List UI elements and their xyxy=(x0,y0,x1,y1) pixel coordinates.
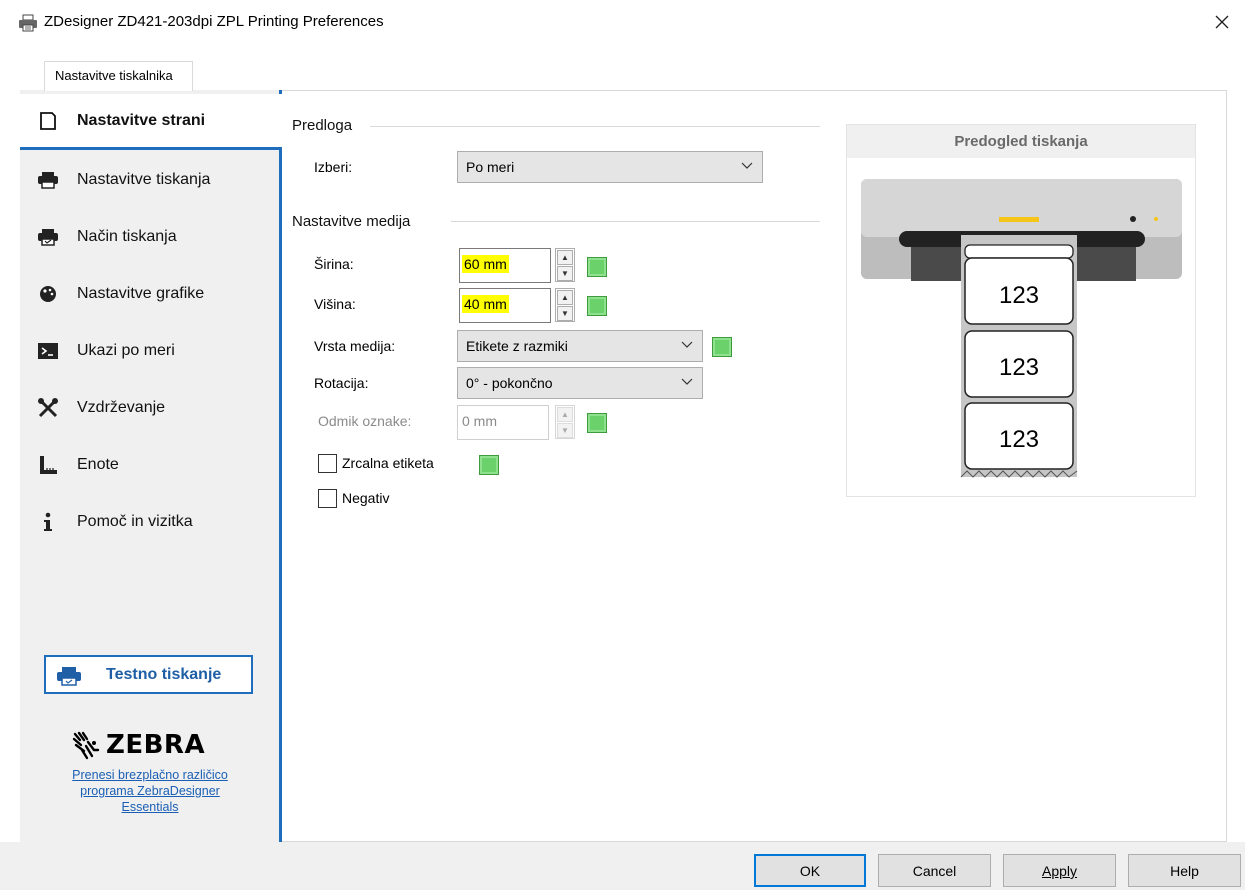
template-select-label: Izberi: xyxy=(314,159,353,175)
info-icon xyxy=(37,511,59,533)
stepper-down-button[interactable]: ▼ xyxy=(557,306,573,321)
close-icon xyxy=(1215,15,1229,29)
template-select-value: Po meri xyxy=(466,159,515,175)
label-offset-stepper[interactable]: ▲ ▼ xyxy=(555,405,575,439)
media-type-select[interactable]: Etikete z razmiki xyxy=(457,330,703,362)
chevron-down-icon xyxy=(681,341,693,348)
width-stepper[interactable]: ▲ ▼ xyxy=(555,248,575,282)
stepper-up-button[interactable]: ▲ xyxy=(557,250,573,265)
template-group-title: Predloga xyxy=(292,117,353,134)
negative-checkbox[interactable] xyxy=(318,489,337,508)
rotation-label: Rotacija: xyxy=(314,375,369,391)
template-divider xyxy=(370,126,820,127)
media-divider xyxy=(451,221,820,222)
media-type-value: Etikete z razmiki xyxy=(466,338,568,354)
sidebar-item-label: Vzdrževanje xyxy=(77,399,166,416)
stepper-up-button[interactable]: ▲ xyxy=(557,290,573,305)
label-printer-illustration: 123 123 123 xyxy=(861,179,1182,478)
sidebar-item-units[interactable]: Enote xyxy=(20,437,279,493)
close-button[interactable] xyxy=(1199,0,1245,44)
stepper-down-button[interactable]: ▼ xyxy=(557,423,573,438)
zebra-head-icon xyxy=(72,731,100,760)
test-print-button[interactable]: Testno tiskanje xyxy=(44,655,253,694)
label-offset-label: Odmik oznake: xyxy=(318,413,412,429)
print-mode-icon xyxy=(37,226,59,248)
zebra-brand: ZEBRA xyxy=(106,730,206,760)
sidebar-item-maintenance[interactable]: Vzdrževanje xyxy=(20,380,279,436)
sidebar-item-help-about[interactable]: Pomoč in vizitka xyxy=(20,494,279,550)
media-type-label: Vrsta medija: xyxy=(314,338,396,354)
zebra-logo: ZEBRA xyxy=(72,730,205,760)
print-preview-panel: Predogled tiskanja 123 123 123 xyxy=(846,124,1196,497)
printer-icon xyxy=(56,665,82,690)
cancel-button[interactable]: Cancel xyxy=(878,854,991,887)
sidebar-item-label: Pomoč in vizitka xyxy=(77,513,193,530)
window-title: ZDesigner ZD421-203dpi ZPL Printing Pref… xyxy=(44,13,384,30)
mirror-label-text: Zrcalna etiketa xyxy=(342,455,434,471)
printer-icon xyxy=(19,14,37,32)
height-value: 40 mm xyxy=(462,295,509,313)
chevron-down-icon xyxy=(681,378,693,385)
media-group-title: Nastavitve medija xyxy=(292,213,411,230)
width-label: Širina: xyxy=(314,256,354,272)
height-label: Višina: xyxy=(314,296,356,312)
mirror-printer-setting-indicator xyxy=(479,455,499,475)
width-value: 60 mm xyxy=(462,255,509,273)
test-print-label: Testno tiskanje xyxy=(106,666,222,683)
download-link-line: programa ZebraDesigner xyxy=(80,784,220,798)
template-select[interactable]: Po meri xyxy=(457,151,763,183)
printer-icon xyxy=(37,169,59,191)
width-input[interactable]: 60 mm xyxy=(459,248,551,283)
sidebar-item-print-settings[interactable]: Nastavitve tiskanja xyxy=(20,152,279,208)
sidebar-item-label: Enote xyxy=(77,456,119,473)
sidebar: Nastavitve strani Nastavitve tiskanja Na… xyxy=(20,90,282,842)
label-offset-printer-setting-indicator xyxy=(587,413,607,433)
sidebar-item-label: Nastavitve strani xyxy=(77,111,206,129)
sidebar-item-page-settings[interactable]: Nastavitve strani xyxy=(20,94,282,150)
label-number-1: 123 xyxy=(999,282,1039,309)
stepper-up-button[interactable]: ▲ xyxy=(557,407,573,422)
rotation-value: 0° - pokončno xyxy=(466,375,553,391)
sidebar-item-label: Nastavitve grafike xyxy=(77,285,205,302)
help-button[interactable]: Help xyxy=(1128,854,1241,887)
sidebar-item-label: Način tiskanja xyxy=(77,228,177,245)
download-link[interactable]: Prenesi brezplačno različico programa Ze… xyxy=(30,767,270,815)
label-offset-input[interactable]: 0 mm xyxy=(457,405,549,440)
sidebar-item-label: Nastavitve tiskanja xyxy=(77,171,211,188)
graphics-icon xyxy=(37,283,59,305)
height-printer-setting-indicator xyxy=(587,296,607,316)
negative-label-text: Negativ xyxy=(342,490,390,506)
height-stepper[interactable]: ▲ ▼ xyxy=(555,288,575,322)
height-input[interactable]: 40 mm xyxy=(459,288,551,323)
media-type-printer-setting-indicator xyxy=(712,337,732,357)
label-number-2: 123 xyxy=(999,354,1039,381)
ruler-icon xyxy=(37,454,59,476)
terminal-icon xyxy=(37,340,59,362)
rotation-select[interactable]: 0° - pokončno xyxy=(457,367,703,399)
stepper-down-button[interactable]: ▼ xyxy=(557,266,573,281)
sidebar-item-label: Ukazi po meri xyxy=(77,342,175,359)
download-link-line: Prenesi brezplačno različico xyxy=(72,768,228,782)
download-link-line: Essentials xyxy=(121,800,179,814)
label-offset-value: 0 mm xyxy=(462,413,497,429)
tab-printer-settings[interactable]: Nastavitve tiskalnika xyxy=(44,61,193,91)
title-bar: ZDesigner ZD421-203dpi ZPL Printing Pref… xyxy=(0,0,1245,48)
print-preview-title: Predogled tiskanja xyxy=(847,125,1195,158)
label-number-3: 123 xyxy=(999,426,1039,453)
width-printer-setting-indicator xyxy=(587,257,607,277)
apply-button[interactable]: Apply xyxy=(1003,854,1116,887)
sidebar-item-custom-commands[interactable]: Ukazi po meri xyxy=(20,323,279,379)
mirror-label-checkbox[interactable] xyxy=(318,454,337,473)
tools-icon xyxy=(37,397,59,419)
sidebar-item-print-mode[interactable]: Način tiskanja xyxy=(20,209,279,265)
sidebar-item-graphics[interactable]: Nastavitve grafike xyxy=(20,266,279,322)
chevron-down-icon xyxy=(741,162,753,169)
ok-button[interactable]: OK xyxy=(754,854,866,887)
page-icon xyxy=(37,110,59,132)
